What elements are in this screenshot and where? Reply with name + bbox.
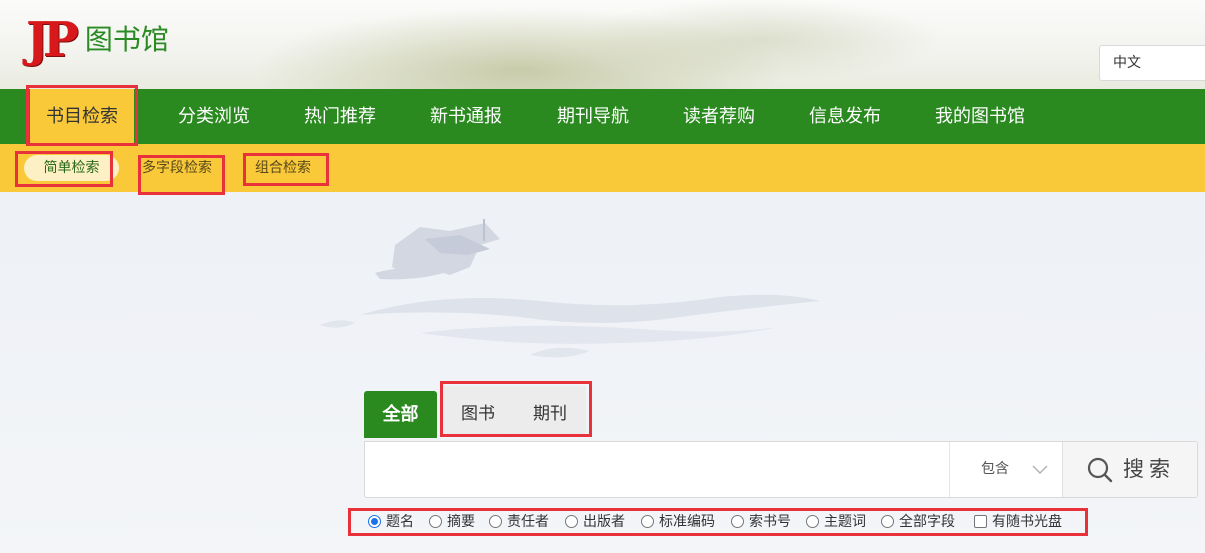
tab-label: 全部 [382,404,419,425]
sub-nav-simple-search[interactable]: 简单检索 [24,155,119,181]
nav-item-my-library[interactable]: 我的图书馆 [935,89,1025,144]
logo-mark: JP [26,12,79,68]
search-button-label: 搜索 [1123,457,1175,481]
sub-nav-label: 简单检索 [43,160,100,176]
library-logo[interactable]: JP 图书馆 [26,14,169,66]
nav-item-news[interactable]: 信息发布 [809,89,881,144]
nav-item-reader-recommend[interactable]: 读者荐购 [683,89,755,144]
radio-button[interactable] [565,515,578,528]
sub-nav: 简单检索 多字段检索 组合检索 [0,144,1205,192]
match-mode-value: 包含 [981,461,1009,477]
radio-button[interactable] [429,515,442,528]
nav-item-bibliographic-search[interactable]: 书目检索 [30,89,134,144]
nav-item-popular[interactable]: 热门推荐 [304,89,376,144]
nav-item-label: 读者荐购 [683,106,755,127]
radio-button[interactable] [368,515,381,528]
search-bar: 包含 搜索 [364,441,1198,498]
tab-all[interactable]: 全部 [364,391,437,438]
search-button[interactable]: 搜索 [1062,442,1197,497]
sub-nav-label: 组合检索 [255,160,311,176]
nav-item-label: 我的图书馆 [935,106,1025,127]
field-option-label: 索书号 [749,514,791,530]
tab-books[interactable]: 图书 [442,386,514,434]
search-input[interactable] [365,442,949,497]
language-select[interactable]: 中文 [1099,45,1205,81]
field-option-label: 摘要 [447,514,475,530]
nav-item-label: 信息发布 [809,106,881,127]
tab-label: 期刊 [533,404,567,424]
nav-item-category-browse[interactable]: 分类浏览 [178,89,250,144]
field-option-label: 标准编码 [659,514,715,530]
field-option-label: 主题词 [824,514,866,530]
ink-landscape-decoration [320,219,820,358]
nav-item-new-books[interactable]: 新书通报 [430,89,502,144]
tab-group: 图书 期刊 [442,386,586,434]
tab-journals[interactable]: 期刊 [514,386,586,434]
field-option-label: 全部字段 [899,514,955,530]
field-option-label: 责任者 [507,514,549,530]
nav-item-label: 书目检索 [46,106,118,127]
radio-button[interactable] [881,515,894,528]
sub-nav-combined-search[interactable]: 组合检索 [255,155,311,181]
nav-item-label: 热门推荐 [304,106,376,127]
main-nav: 书目检索 分类浏览 热门推荐 新书通报 期刊导航 读者荐购 信息发布 我的图书馆 [0,89,1205,144]
nav-item-label: 分类浏览 [178,106,250,127]
field-option-label: 出版者 [583,514,625,530]
sub-nav-label: 多字段检索 [142,160,212,176]
radio-button[interactable] [489,515,502,528]
radio-button[interactable] [731,515,744,528]
logo-text: 图书馆 [84,23,169,56]
chevron-down-icon [1032,465,1048,474]
checkbox[interactable] [974,515,987,528]
match-mode-select[interactable]: 包含 [949,442,1062,497]
header: JP 图书馆 中文 [0,0,1205,89]
tab-label: 图书 [461,404,495,424]
nav-item-journals[interactable]: 期刊导航 [557,89,629,144]
radio-button[interactable] [641,515,654,528]
field-option-label: 题名 [386,514,414,530]
nav-item-label: 期刊导航 [557,106,629,127]
nav-item-label: 新书通报 [430,106,502,127]
radio-button[interactable] [806,515,819,528]
search-icon [1087,457,1113,483]
language-select-value: 中文 [1113,55,1141,71]
sub-nav-multi-field-search[interactable]: 多字段检索 [142,155,212,181]
field-option-label: 有随书光盘 [992,514,1062,530]
